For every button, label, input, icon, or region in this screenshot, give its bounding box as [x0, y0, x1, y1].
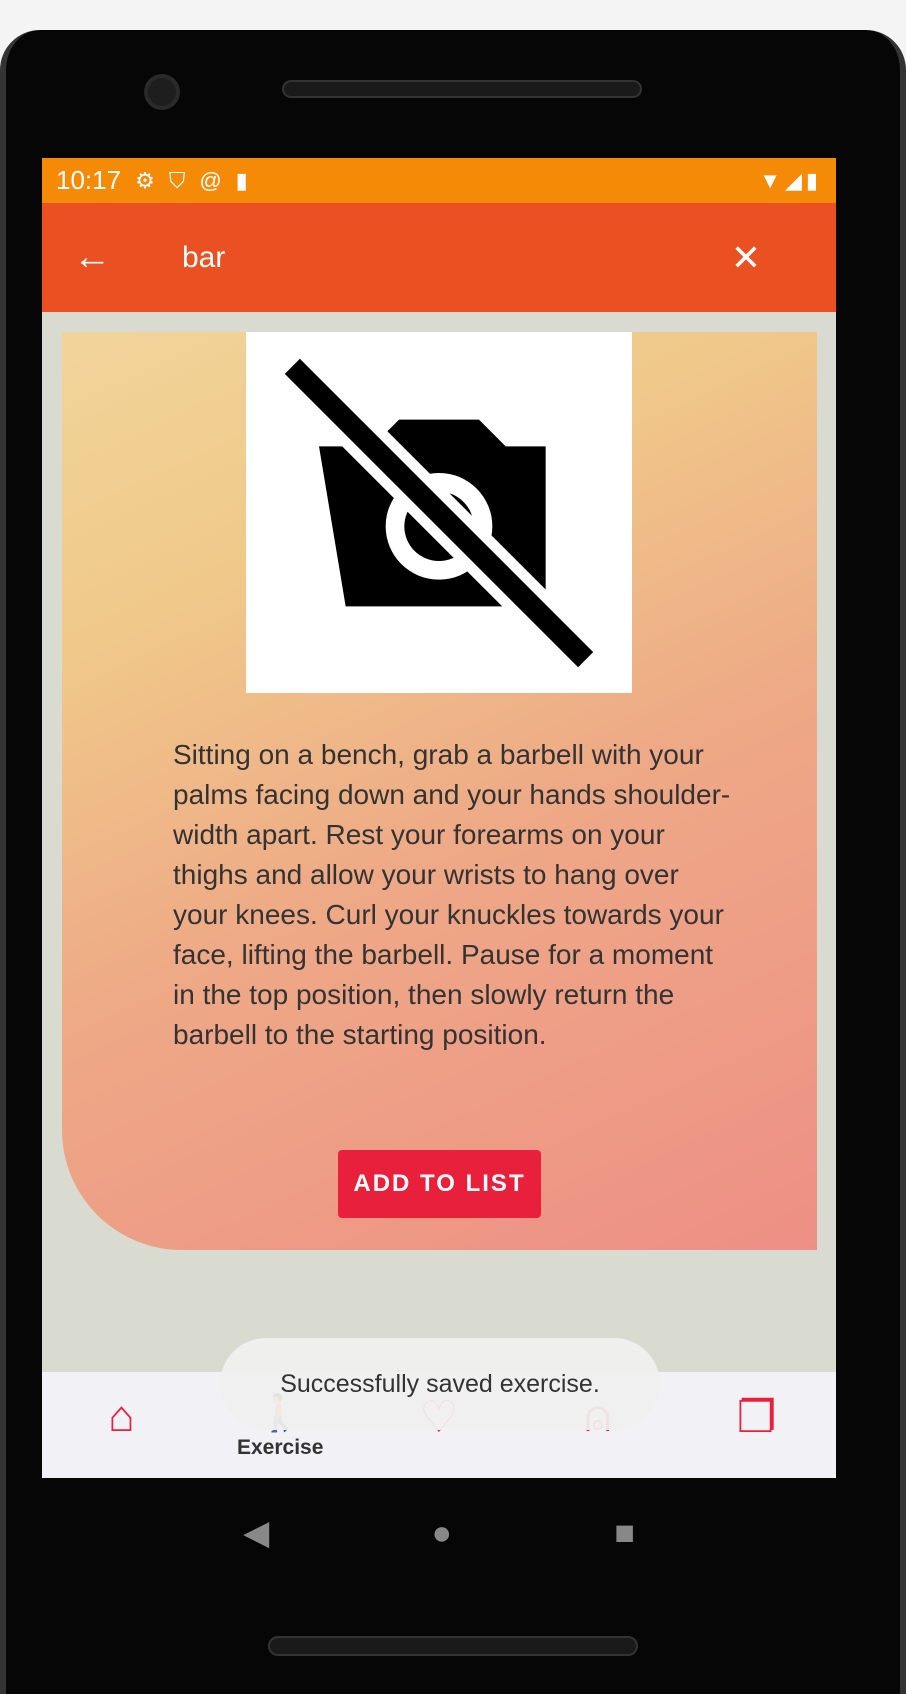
speaker	[282, 80, 642, 98]
clear-search-icon[interactable]: ✕	[686, 237, 806, 279]
home-circle-icon[interactable]: ●	[432, 1514, 453, 1553]
camera	[144, 74, 180, 110]
bottom-speaker	[268, 1636, 638, 1656]
battery-icon: ▮	[805, 167, 822, 193]
exercise-description: Sitting on a bench, grab a barbell with …	[173, 739, 731, 1050]
shield-play-icon: ⛉	[168, 167, 186, 193]
nav-cards[interactable]: ❐	[677, 1372, 836, 1478]
back-arrow-icon[interactable]: ←	[42, 236, 142, 279]
wifi-icon: ▼	[759, 167, 785, 193]
no-photo-icon	[246, 332, 632, 693]
add-to-list-button[interactable]: ADD TO LIST	[338, 1150, 541, 1218]
status-time: 10:17	[56, 165, 122, 195]
nav-home[interactable]: ⌂	[42, 1372, 201, 1478]
system-navigation: ◀ ● ■	[42, 1478, 836, 1588]
sd-card-icon: ▮	[235, 167, 248, 193]
screen: 10:17 ⚙ ⛉ @ ▮ ▼◢▮ ← bar ✕ Sitting on a b…	[42, 158, 836, 1478]
search-bar: ← bar ✕	[42, 203, 836, 312]
search-input[interactable]: bar	[182, 241, 686, 275]
at-icon: @	[199, 167, 222, 193]
cards-icon: ❐	[736, 1393, 777, 1442]
back-icon[interactable]: ◀	[243, 1513, 269, 1553]
nav-label: Exercise	[236, 1436, 324, 1459]
status-bar: 10:17 ⚙ ⛉ @ ▮ ▼◢▮	[42, 158, 836, 203]
recents-icon[interactable]: ■	[614, 1514, 635, 1553]
home-icon: ⌂	[108, 1392, 135, 1441]
signal-icon: ◢	[784, 167, 806, 193]
gear-icon: ⚙	[135, 167, 155, 193]
exercise-card: Sitting on a bench, grab a barbell with …	[62, 332, 817, 1250]
toast-message: Successfully saved exercise.	[220, 1338, 660, 1430]
